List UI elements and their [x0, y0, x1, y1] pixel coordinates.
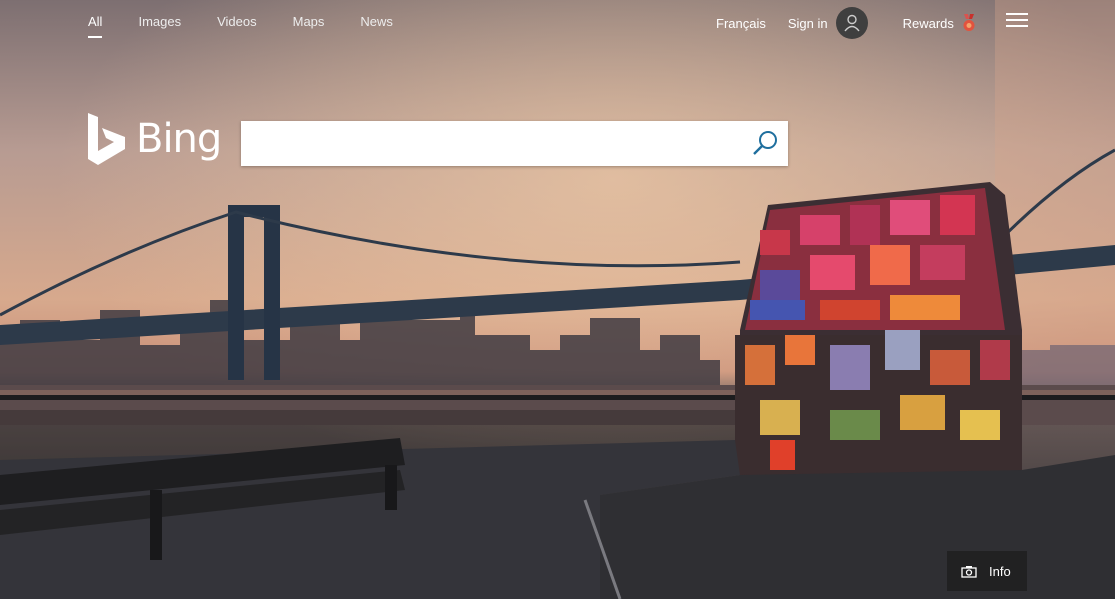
camera-icon: [961, 565, 977, 578]
bing-logo-icon: [88, 113, 125, 165]
rewards-button[interactable]: Rewards: [903, 14, 977, 32]
bing-logo-text: Bing: [136, 116, 222, 162]
tab-news[interactable]: News: [360, 14, 393, 29]
magnifier-icon[interactable]: [750, 129, 780, 159]
info-label: Info: [989, 563, 1011, 579]
sign-in-label: Sign in: [787, 15, 828, 31]
rewards-medal-icon: [963, 14, 975, 31]
info-button[interactable]: Info: [947, 551, 1027, 591]
menu-icon[interactable]: [1006, 13, 1028, 29]
bing-logo[interactable]: Bing: [88, 113, 222, 165]
language-link[interactable]: Français: [716, 16, 766, 31]
search-input[interactable]: [241, 121, 751, 164]
sign-in-button[interactable]: Sign in: [788, 7, 868, 39]
search-box: [241, 121, 788, 166]
tab-videos[interactable]: Videos: [217, 14, 257, 29]
rewards-label: Rewards: [902, 15, 954, 31]
top-nav: All Images Videos Maps News: [88, 14, 429, 38]
tab-images[interactable]: Images: [138, 14, 181, 29]
user-avatar-icon: [835, 7, 868, 39]
tab-all[interactable]: All: [88, 14, 103, 38]
background-image: [0, 0, 1115, 599]
header-actions: Français Sign in Rewards: [716, 7, 977, 39]
tab-maps[interactable]: Maps: [293, 14, 325, 29]
